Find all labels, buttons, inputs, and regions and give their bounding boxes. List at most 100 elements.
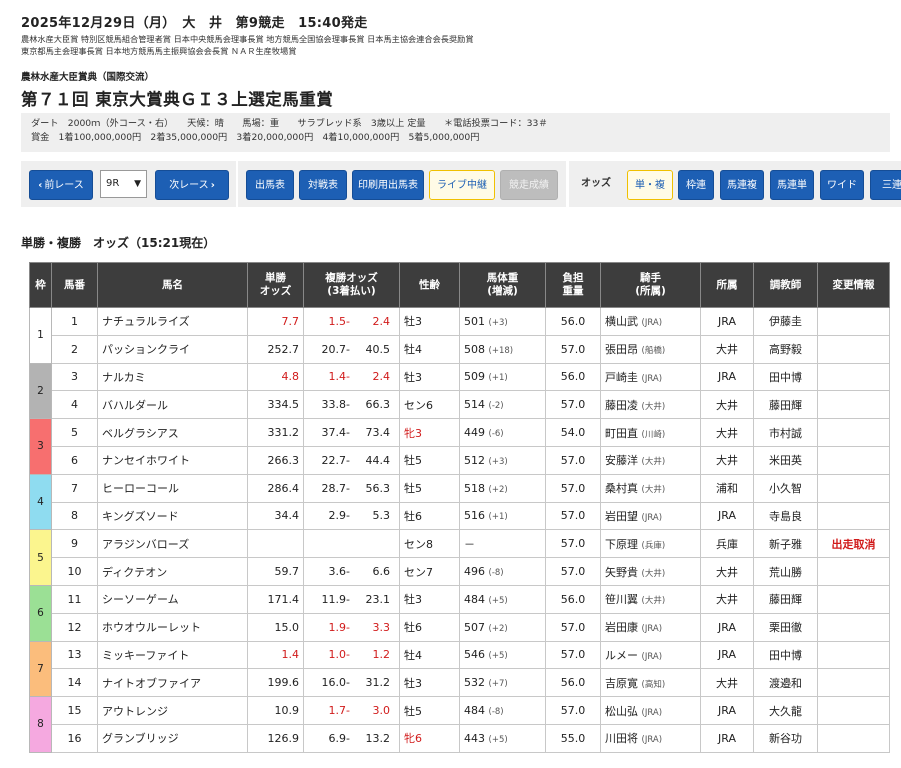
umaban-cell: 2: [51, 334, 98, 364]
body-weight-cell: 512 (+3): [459, 445, 546, 475]
jockey-cell: 下原理 (兵庫): [600, 529, 701, 559]
odds-tab-win-place[interactable]: 単・複: [627, 170, 673, 200]
sex-age-cell: 牡6: [399, 612, 460, 642]
place-odds-cell: 11.9- 23.1: [303, 584, 400, 614]
horse-name-cell: シーソーゲーム: [97, 584, 248, 614]
change-info-cell: [817, 390, 890, 420]
change-info-cell: [817, 696, 890, 725]
race-navigation: ‹ 前レース 9R ▼ 次レース ›: [21, 161, 236, 207]
odds-tab-wide[interactable]: ワイド: [820, 170, 864, 200]
affiliation-cell: 大井: [700, 584, 754, 614]
body-weight-cell: 532 (+7): [459, 668, 546, 698]
sponsor-list: 農林水産大臣賞 特別区競馬組合管理者賞 日本中央競馬会理事長賞 地方競馬全国協会…: [21, 33, 474, 57]
affiliation-cell: JRA: [700, 307, 754, 336]
sex-age-cell: 牡5: [399, 445, 460, 475]
table-row: 3 5 ベルグラシアス 331.2 37.4- 73.4 牝3 449 (-6) 54.0 町田直…: [29, 418, 890, 475]
race-prize-money: 賞金 1着100,000,000円 2着35,000,000円 3着20,000…: [31, 132, 480, 143]
sex-age-cell: セン7: [399, 557, 460, 586]
odds-tab-trio[interactable]: 三連: [870, 170, 901, 200]
waku-cell: 6: [29, 584, 52, 642]
affiliation-cell: JRA: [700, 612, 754, 642]
place-odds-cell: 1.9- 3.3: [303, 612, 400, 642]
umaban-cell: 13: [51, 640, 98, 670]
odds-tab-exacta[interactable]: 馬連単: [770, 170, 814, 200]
table-header-row: 枠 馬番 馬名 単勝 オッズ 複勝オッズ (3着払い) 性齢 馬体重 (増減) 負担重…: [29, 262, 890, 308]
place-odds-cell: 16.0- 31.2: [303, 668, 400, 698]
body-weight-cell: 508 (+18): [459, 334, 546, 364]
affiliation-cell: 浦和: [700, 473, 754, 503]
body-weight-cell: 516 (+1): [459, 501, 546, 531]
sponsor-line: 農林水産大臣賞 特別区競馬組合管理者賞 日本中央競馬会理事長賞 地方競馬全国協会…: [21, 34, 474, 44]
header-waku: 枠: [29, 262, 52, 308]
table-row: 2 パッションクライ 252.7 20.7- 40.5 牡4 508 (+18) 57.0 張田…: [30, 334, 890, 364]
place-odds-cell: 1.7- 3.0: [303, 696, 400, 725]
place-odds-cell: 3.6- 6.6: [303, 557, 400, 586]
win-odds-cell: 266.3: [247, 445, 304, 475]
trainer-cell: 高野毅: [753, 334, 818, 364]
next-race-button[interactable]: 次レース ›: [155, 170, 229, 200]
header-trainer: 調教師: [753, 262, 818, 308]
place-odds-cell: 33.8- 66.3: [303, 390, 400, 420]
table-row: 4 バハルダール 334.5 33.8- 66.3 セン6 514 (-2) 57.0 藤田凌 …: [30, 390, 890, 420]
prev-race-button[interactable]: ‹ 前レース: [29, 170, 93, 200]
race-card-button[interactable]: 出馬表: [246, 170, 294, 200]
table-row: 2 3 ナルカミ 4.8 1.4- 2.4 牡3 509 (+1) 56.0 戸崎圭 (JRA) J…: [29, 362, 890, 420]
place-odds-cell: 28.7- 56.3: [303, 473, 400, 503]
jockey-cell: 安藤洋 (大井): [600, 445, 701, 475]
table-row: 6 ナンセイホワイト 266.3 22.7- 44.4 牡5 512 (+3) 57.0 安藤洋…: [30, 445, 890, 475]
live-stream-button[interactable]: ライブ中継: [429, 170, 495, 200]
burden-weight-cell: 57.0: [545, 612, 601, 642]
jockey-cell: 川田将 (JRA): [600, 723, 701, 753]
place-odds-cell: 37.4- 73.4: [303, 418, 400, 447]
body-weight-cell: 509 (+1): [459, 362, 546, 392]
horse-name-cell: ナルカミ: [97, 362, 248, 392]
race-results-button[interactable]: 競走成績: [500, 170, 558, 200]
horse-name-cell: ミッキーファイト: [97, 640, 248, 670]
sex-age-cell: 牡6: [399, 501, 460, 531]
win-odds-cell: 334.5: [247, 390, 304, 420]
odds-tab-bracket[interactable]: 枠連: [678, 170, 714, 200]
trainer-cell: 新谷功: [753, 723, 818, 753]
header-place-odds: 複勝オッズ (3着払い): [303, 262, 400, 308]
prev-race-label: 前レース: [44, 180, 84, 191]
odds-tab-quinella[interactable]: 馬連複: [720, 170, 764, 200]
umaban-cell: 6: [51, 445, 98, 475]
trainer-cell: 市村誠: [753, 418, 818, 447]
trainer-cell: 渡邉和: [753, 668, 818, 698]
burden-weight-cell: 57.0: [545, 640, 601, 670]
trainer-cell: 米田英: [753, 445, 818, 475]
header-horse-name: 馬名: [97, 262, 248, 308]
sex-age-cell: セン8: [399, 529, 460, 559]
jockey-cell: 戸崎圭 (JRA): [600, 362, 701, 392]
sponsor-line: 東京都馬主会理事長賞 日本地方競馬馬主振興協会会長賞 ＮＡＲ生産牧場賞: [21, 46, 297, 56]
horse-name-cell: ナチュラルライズ: [97, 307, 248, 336]
body-weight-cell: 496 (-8): [459, 557, 546, 586]
umaban-cell: 10: [51, 557, 98, 586]
horse-name-cell: ヒーローコール: [97, 473, 248, 503]
jockey-cell: 矢野貴 (大井): [600, 557, 701, 586]
horse-name-cell: キングズソード: [97, 501, 248, 531]
table-row: 4 7 ヒーローコール 286.4 28.7- 56.3 牡5 518 (+2) 57.0 桑村真…: [29, 473, 890, 531]
trainer-cell: 新子雅: [753, 529, 818, 559]
matchup-button[interactable]: 対戦表: [299, 170, 347, 200]
horse-name-cell: ナンセイホワイト: [97, 445, 248, 475]
race-select[interactable]: 9R ▼: [100, 170, 147, 198]
affiliation-cell: 兵庫: [700, 529, 754, 559]
sex-age-cell: 牡3: [399, 584, 460, 614]
burden-weight-cell: 57.0: [545, 557, 601, 586]
jockey-cell: 町田直 (川崎): [600, 418, 701, 447]
umaban-cell: 16: [51, 723, 98, 753]
affiliation-cell: 大井: [700, 418, 754, 447]
sex-age-cell: 牡5: [399, 473, 460, 503]
jockey-cell: 吉原寛 (高知): [600, 668, 701, 698]
horse-name-cell: グランブリッジ: [97, 723, 248, 753]
place-odds-cell: 1.5- 2.4: [303, 307, 400, 336]
waku-cell: 7: [29, 640, 52, 698]
header-change-info: 変更情報: [817, 262, 890, 308]
jockey-cell: 岩田康 (JRA): [600, 612, 701, 642]
print-race-card-button[interactable]: 印刷用出馬表: [352, 170, 424, 200]
horse-name-cell: ベルグラシアス: [97, 418, 248, 447]
win-odds-cell: 331.2: [247, 418, 304, 447]
place-odds-cell: 1.4- 2.4: [303, 362, 400, 392]
waku-cell: 5: [29, 529, 52, 586]
